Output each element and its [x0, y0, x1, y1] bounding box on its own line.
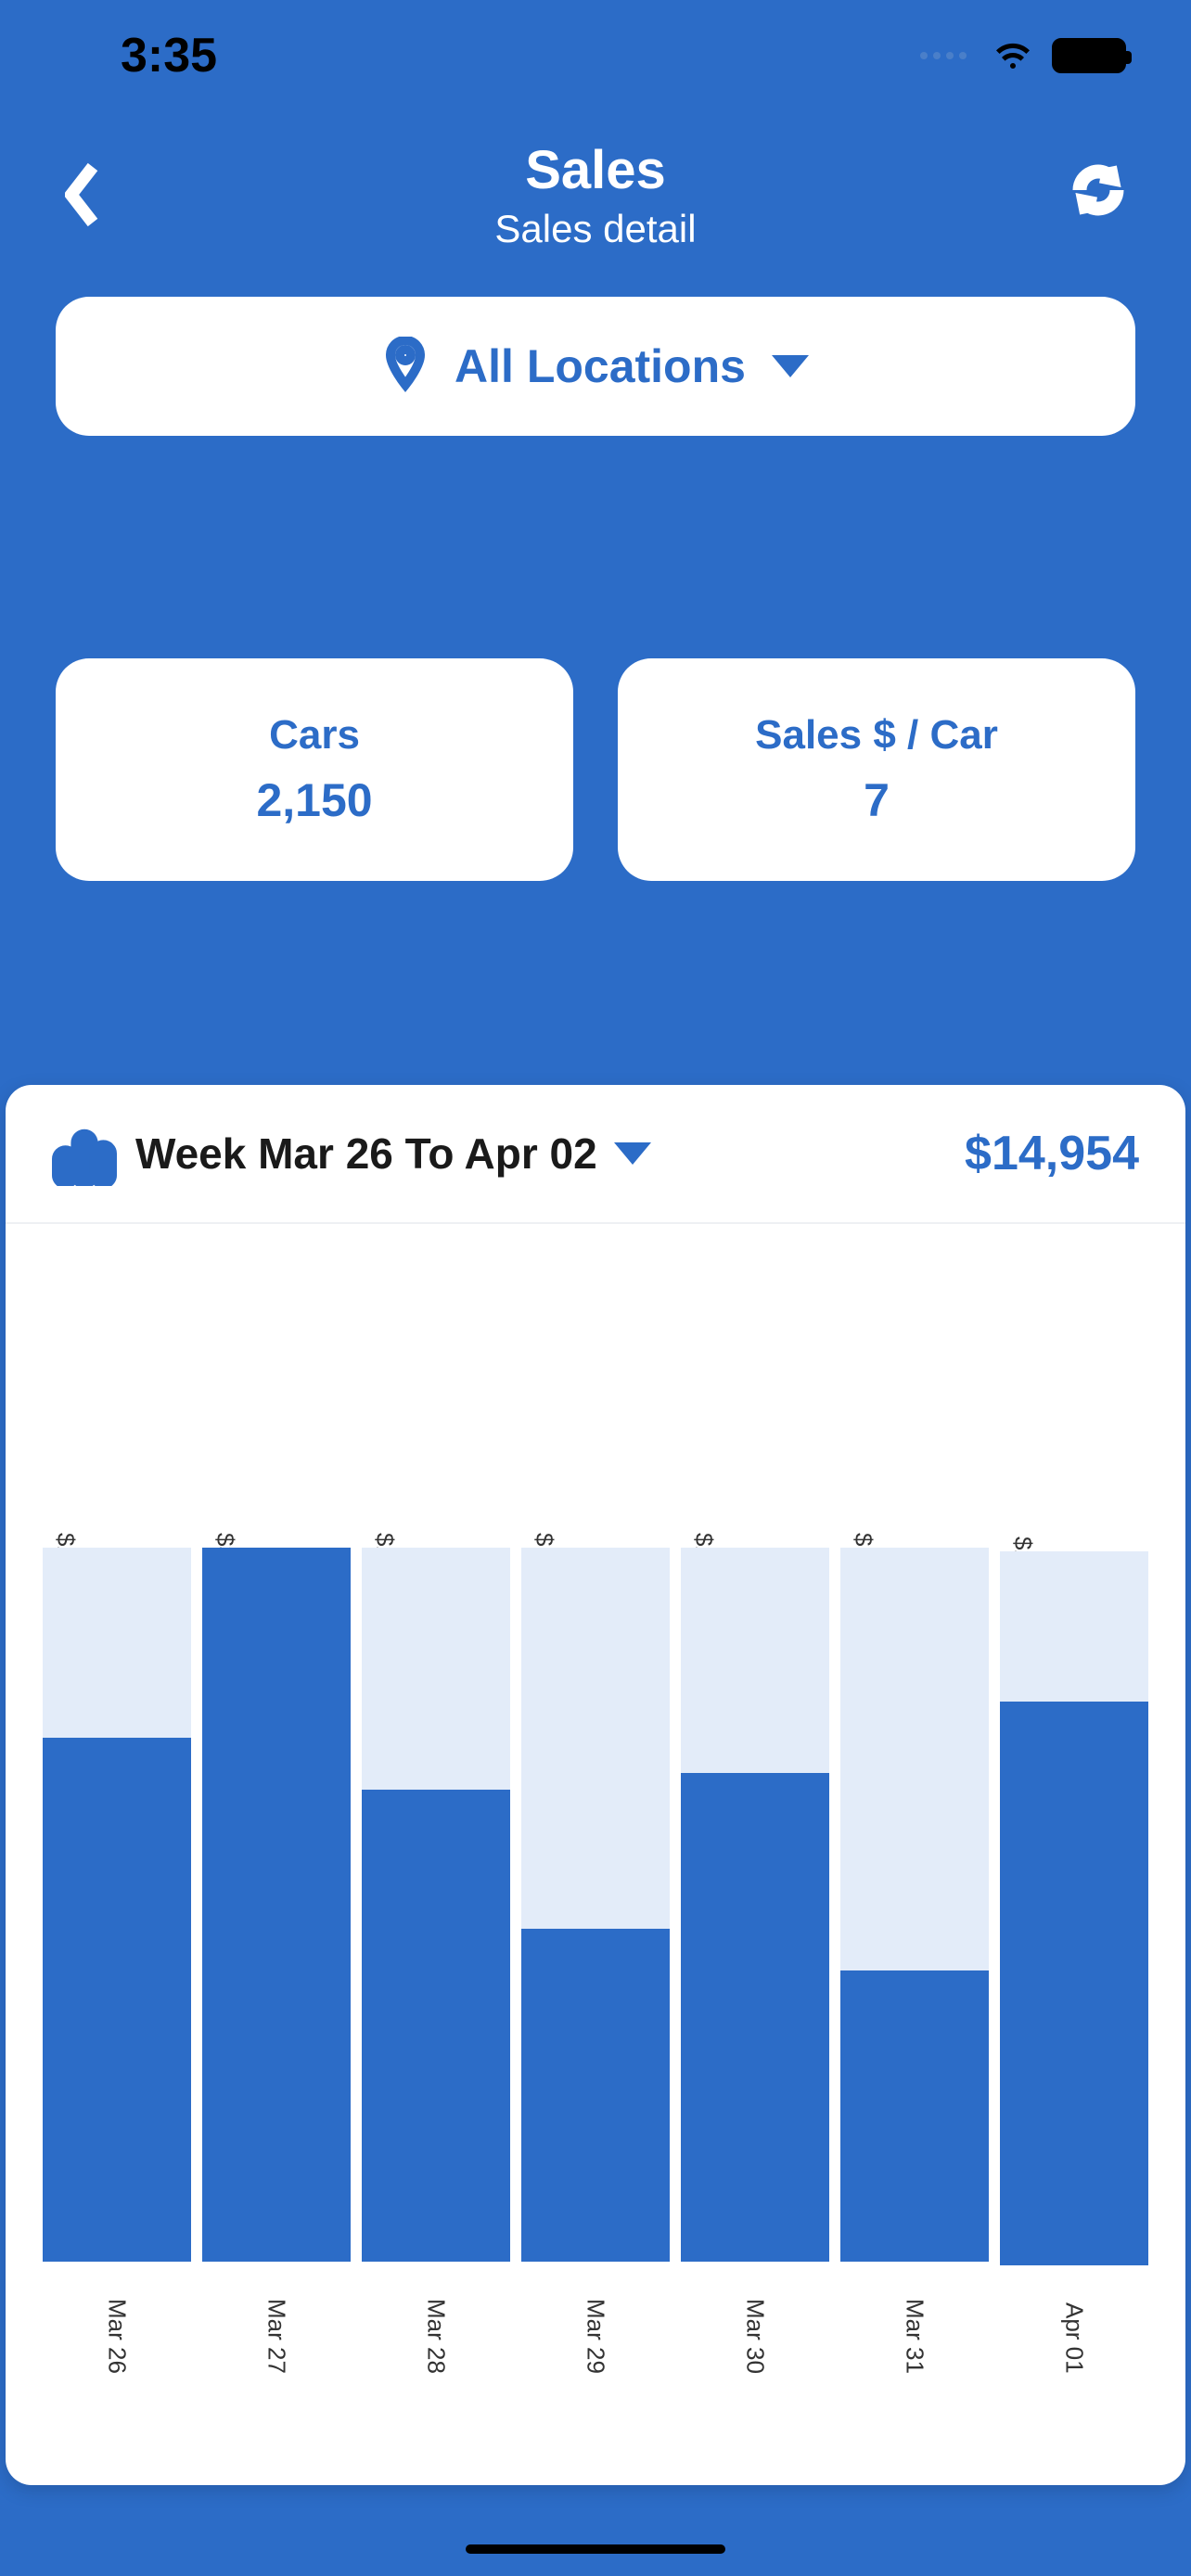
card-cars[interactable]: Cars 2,150 — [56, 658, 573, 881]
card-value: 7 — [864, 773, 890, 827]
page-title: Sales — [494, 139, 696, 201]
signal-dots-icon — [920, 52, 967, 59]
page-subtitle: Sales detail — [494, 207, 696, 251]
chart-area: $2,314Mar 26$3,153Mar 27$2,084Mar 28$1,4… — [6, 1224, 1185, 2485]
chart-bar[interactable]: $1,286Mar 31 — [840, 1548, 989, 2374]
date-range-select[interactable]: Week Mar 26 To Apr 02 — [135, 1129, 597, 1179]
location-label: All Locations — [455, 339, 746, 393]
bar-x-label: Mar 26 — [103, 2299, 132, 2374]
summary-cards: Cars 2,150 Sales $ / Car 7 — [56, 658, 1135, 881]
chevron-down-icon — [772, 355, 809, 377]
card-label: Sales $ / Car — [755, 712, 998, 759]
back-button[interactable] — [56, 158, 111, 232]
card-sales-per-car[interactable]: Sales $ / Car 7 — [618, 658, 1135, 881]
chart-bar[interactable]: $2,158Mar 30 — [681, 1548, 829, 2374]
bar-x-label: Mar 28 — [422, 2299, 451, 2374]
bar-x-label: Mar 30 — [741, 2299, 770, 2374]
battery-icon — [1052, 38, 1126, 73]
card-value: 2,150 — [256, 773, 372, 827]
status-bar: 3:35 — [0, 0, 1191, 111]
status-right — [920, 32, 1126, 81]
chart-bar[interactable]: $3,153Mar 27 — [202, 1548, 351, 2374]
home-indicator[interactable] — [466, 2544, 725, 2554]
chart-bar[interactable]: $2,084Mar 28 — [362, 1548, 510, 2374]
nav-header: Sales Sales detail — [0, 111, 1191, 278]
panel-total: $14,954 — [965, 1126, 1139, 1181]
wifi-icon — [991, 32, 1035, 81]
chart-panel: Week Mar 26 To Apr 02 $14,954 $2,314Mar … — [6, 1085, 1185, 2485]
bar-x-label: Mar 29 — [582, 2299, 610, 2374]
bar-x-label: Mar 31 — [901, 2299, 929, 2374]
panel-header: Week Mar 26 To Apr 02 $14,954 — [6, 1085, 1185, 1224]
chart-bar[interactable]: $1,471Mar 29 — [521, 1548, 670, 2374]
bar-x-label: Apr 01 — [1060, 2302, 1089, 2374]
chart-bar[interactable]: $2,488Apr 01 — [1000, 1551, 1148, 2374]
status-time: 3:35 — [121, 28, 217, 83]
bar-chart-icon — [52, 1121, 117, 1186]
card-label: Cars — [269, 712, 360, 759]
chart-bar[interactable]: $2,314Mar 26 — [43, 1548, 191, 2374]
bar-x-label: Mar 27 — [263, 2299, 291, 2374]
location-select[interactable]: All Locations — [56, 297, 1135, 436]
chevron-down-icon[interactable] — [614, 1142, 651, 1165]
refresh-button[interactable] — [1070, 162, 1135, 227]
location-pin-icon — [382, 337, 429, 397]
